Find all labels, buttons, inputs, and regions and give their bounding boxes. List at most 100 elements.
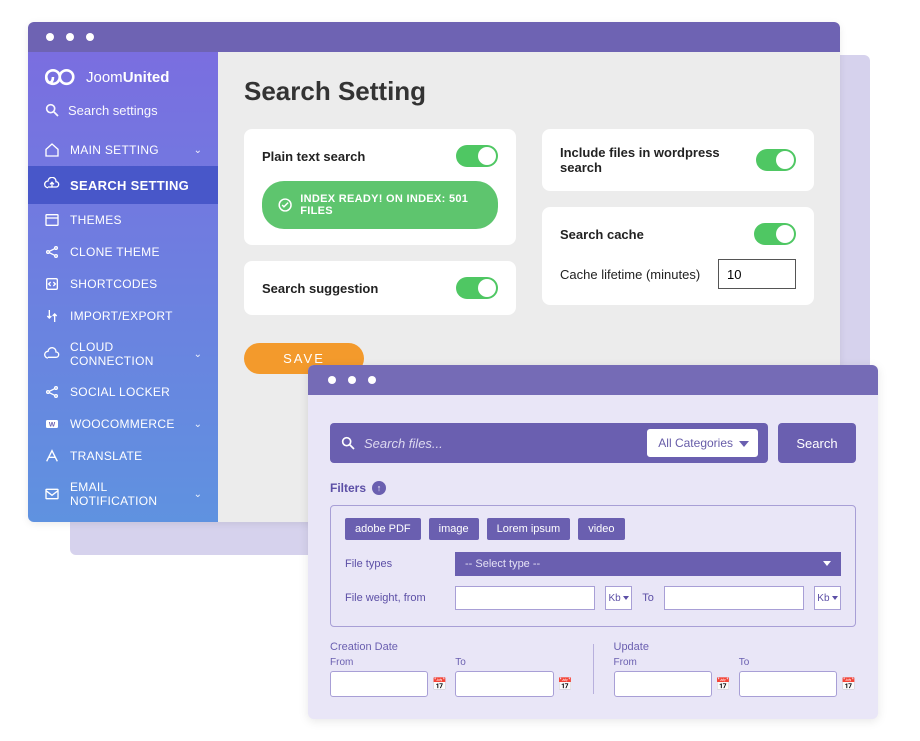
tag-adobe-pdf[interactable]: adobe PDF bbox=[345, 518, 421, 540]
home-icon bbox=[44, 142, 60, 158]
chevron-down-icon: ⌄ bbox=[194, 349, 202, 360]
tag-image[interactable]: image bbox=[429, 518, 479, 540]
sidebar-item-social-locker[interactable]: SOCIAL LOCKER bbox=[28, 376, 218, 408]
window-dot bbox=[46, 33, 54, 41]
tag-lorem-ipsum[interactable]: Lorem ipsum bbox=[487, 518, 571, 540]
search-files-window: All Categories Search Filters ↑ adobe PD… bbox=[308, 365, 878, 719]
search-files-bar: All Categories bbox=[330, 423, 768, 463]
import-export-icon bbox=[44, 308, 60, 324]
window-dot bbox=[328, 376, 336, 384]
sidebar: JoomUnited Search settings MAIN SETTING … bbox=[28, 52, 218, 522]
chevron-down-icon: ⌄ bbox=[194, 489, 202, 500]
search-icon bbox=[44, 102, 60, 118]
index-ready-pill: INDEX READY! ON INDEX: 501 FILES bbox=[262, 181, 498, 229]
sidebar-search-label: Search settings bbox=[68, 103, 158, 118]
page-title: Search Setting bbox=[244, 76, 814, 107]
include-wp-toggle[interactable] bbox=[756, 149, 796, 171]
cloud-upload-icon bbox=[44, 177, 60, 193]
update-date-title: Update bbox=[614, 641, 857, 653]
filters-box: adobe PDF image Lorem ipsum video File t… bbox=[330, 505, 856, 627]
window-titlebar bbox=[28, 22, 840, 52]
search-window-titlebar bbox=[308, 365, 878, 395]
window-dot bbox=[348, 376, 356, 384]
creation-to-input[interactable] bbox=[455, 671, 553, 697]
share-icon bbox=[44, 384, 60, 400]
arrow-up-icon: ↑ bbox=[372, 481, 386, 495]
plain-text-label: Plain text search bbox=[262, 149, 365, 164]
svg-text:W: W bbox=[49, 422, 56, 429]
brand-logo-icon bbox=[44, 66, 80, 88]
weight-from-input[interactable] bbox=[455, 586, 595, 610]
window-dot bbox=[66, 33, 74, 41]
category-select[interactable]: All Categories bbox=[647, 429, 758, 457]
update-to-input[interactable] bbox=[739, 671, 837, 697]
update-from-input[interactable] bbox=[614, 671, 712, 697]
search-button[interactable]: Search bbox=[778, 423, 856, 463]
weight-to-input[interactable] bbox=[664, 586, 804, 610]
mail-icon bbox=[44, 486, 60, 502]
filter-tags: adobe PDF image Lorem ipsum video bbox=[345, 518, 841, 540]
creation-date-group: Creation Date From 📅 To 📅 bbox=[330, 641, 573, 697]
to-label: To bbox=[739, 657, 856, 668]
sidebar-item-woocommerce[interactable]: W WOOCOMMERCE ⌄ bbox=[28, 408, 218, 440]
check-icon bbox=[278, 197, 292, 213]
window-dot bbox=[368, 376, 376, 384]
woocommerce-icon: W bbox=[44, 416, 60, 432]
plain-text-toggle[interactable] bbox=[456, 145, 498, 167]
update-date-group: Update From 📅 To 📅 bbox=[614, 641, 857, 697]
card-search-cache: Search cache Cache lifetime (minutes) bbox=[542, 207, 814, 305]
translate-icon bbox=[44, 448, 60, 464]
calendar-icon[interactable]: 📅 bbox=[558, 677, 573, 691]
from-label: From bbox=[614, 657, 731, 668]
sidebar-item-shortcodes[interactable]: SHORTCODES bbox=[28, 268, 218, 300]
cache-lifetime-label: Cache lifetime (minutes) bbox=[560, 267, 700, 282]
dates-row: Creation Date From 📅 To 📅 bbox=[330, 641, 856, 697]
from-label: From bbox=[330, 657, 447, 668]
file-type-select[interactable]: -- Select type -- bbox=[455, 552, 841, 576]
cache-label: Search cache bbox=[560, 227, 644, 242]
file-weight-label: File weight, from bbox=[345, 592, 445, 604]
calendar-icon[interactable]: 📅 bbox=[432, 677, 447, 691]
code-icon bbox=[44, 276, 60, 292]
sidebar-item-file-access[interactable]: FILE ACCESS ⌃ bbox=[28, 516, 218, 522]
suggestion-label: Search suggestion bbox=[262, 281, 378, 296]
sidebar-item-translate[interactable]: TRANSLATE bbox=[28, 440, 218, 472]
layout-icon bbox=[44, 212, 60, 228]
to-label: To bbox=[642, 592, 654, 604]
file-types-label: File types bbox=[345, 558, 445, 570]
creation-date-title: Creation Date bbox=[330, 641, 573, 653]
sidebar-item-themes[interactable]: THEMES bbox=[28, 204, 218, 236]
search-files-input[interactable] bbox=[364, 436, 639, 451]
divider bbox=[593, 644, 594, 694]
calendar-icon[interactable]: 📅 bbox=[716, 677, 731, 691]
weight-from-unit[interactable]: Kb bbox=[605, 586, 632, 610]
chevron-down-icon: ⌄ bbox=[194, 145, 202, 156]
calendar-icon[interactable]: 📅 bbox=[841, 677, 856, 691]
sidebar-nav: MAIN SETTING ⌄ SEARCH SETTING THEMES CLO… bbox=[28, 128, 218, 522]
card-include-wp: Include files in wordpress search bbox=[542, 129, 814, 191]
window-dot bbox=[86, 33, 94, 41]
chevron-down-icon: ⌄ bbox=[194, 419, 202, 430]
sidebar-item-main-setting[interactable]: MAIN SETTING ⌄ bbox=[28, 134, 218, 166]
card-search-suggestion: Search suggestion bbox=[244, 261, 516, 315]
cache-lifetime-input[interactable] bbox=[718, 259, 796, 289]
tag-video[interactable]: video bbox=[578, 518, 624, 540]
sidebar-item-cloud-connection[interactable]: CLOUD CONNECTION ⌄ bbox=[28, 332, 218, 376]
suggestion-toggle[interactable] bbox=[456, 277, 498, 299]
brand-name: JoomUnited bbox=[86, 69, 169, 86]
search-icon bbox=[340, 435, 356, 451]
card-plain-text-search: Plain text search INDEX READY! ON INDEX:… bbox=[244, 129, 516, 245]
cache-toggle[interactable] bbox=[754, 223, 796, 245]
creation-from-input[interactable] bbox=[330, 671, 428, 697]
include-wp-label: Include files in wordpress search bbox=[560, 145, 756, 175]
weight-to-unit[interactable]: Kb bbox=[814, 586, 841, 610]
sidebar-search[interactable]: Search settings bbox=[28, 98, 218, 128]
sidebar-item-search-setting[interactable]: SEARCH SETTING bbox=[28, 166, 218, 204]
sidebar-item-clone-theme[interactable]: CLONE THEME bbox=[28, 236, 218, 268]
share-icon bbox=[44, 244, 60, 260]
sidebar-item-import-export[interactable]: IMPORT/EXPORT bbox=[28, 300, 218, 332]
brand: JoomUnited bbox=[28, 52, 218, 98]
sidebar-item-email-notification[interactable]: EMAIL NOTIFICATION ⌄ bbox=[28, 472, 218, 516]
filters-header[interactable]: Filters ↑ bbox=[330, 481, 856, 495]
to-label: To bbox=[455, 657, 572, 668]
